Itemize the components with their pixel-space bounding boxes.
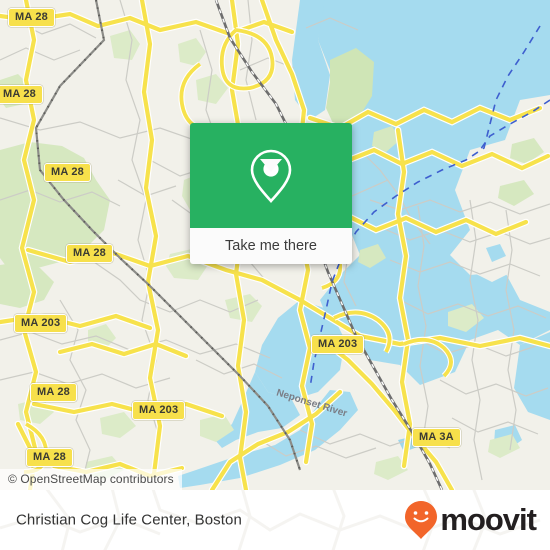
take-me-there-button[interactable]: Take me there bbox=[190, 228, 352, 264]
place-title: Christian Cog Life Center, Boston bbox=[16, 511, 242, 529]
route-shield-ma3a[interactable]: MA 3A bbox=[412, 428, 461, 447]
brand-wordmark: moovit bbox=[440, 502, 537, 537]
moovit-pin-smiley-icon bbox=[405, 501, 438, 539]
route-shield-ma203[interactable]: MA 203 bbox=[132, 401, 186, 420]
route-shield-ma28[interactable]: MA 28 bbox=[0, 85, 43, 104]
location-pin-icon bbox=[250, 149, 292, 203]
map-attribution[interactable]: © OpenStreetMap contributors bbox=[0, 469, 182, 490]
route-shield-ma28[interactable]: MA 28 bbox=[44, 163, 91, 182]
moovit-place-card: MA 28 MA 28 MA 28 MA 28 MA 203 MA 28 MA … bbox=[0, 0, 550, 550]
route-shield-ma28[interactable]: MA 28 bbox=[26, 448, 73, 467]
place-popup-card[interactable]: Take me there bbox=[190, 123, 352, 264]
route-shield-ma28[interactable]: MA 28 bbox=[30, 383, 77, 402]
popup-image-placeholder bbox=[190, 123, 352, 228]
route-shield-ma28[interactable]: MA 28 bbox=[66, 244, 113, 263]
route-shield-ma28[interactable]: MA 28 bbox=[8, 8, 55, 27]
route-shield-ma203[interactable]: MA 203 bbox=[311, 335, 365, 354]
route-shield-ma203[interactable]: MA 203 bbox=[14, 314, 68, 333]
popup-pointer-tail bbox=[260, 159, 282, 172]
moovit-brand-logo[interactable]: moovit bbox=[404, 500, 537, 540]
footer-bar: Christian Cog Life Center, Boston moovit bbox=[0, 490, 550, 550]
